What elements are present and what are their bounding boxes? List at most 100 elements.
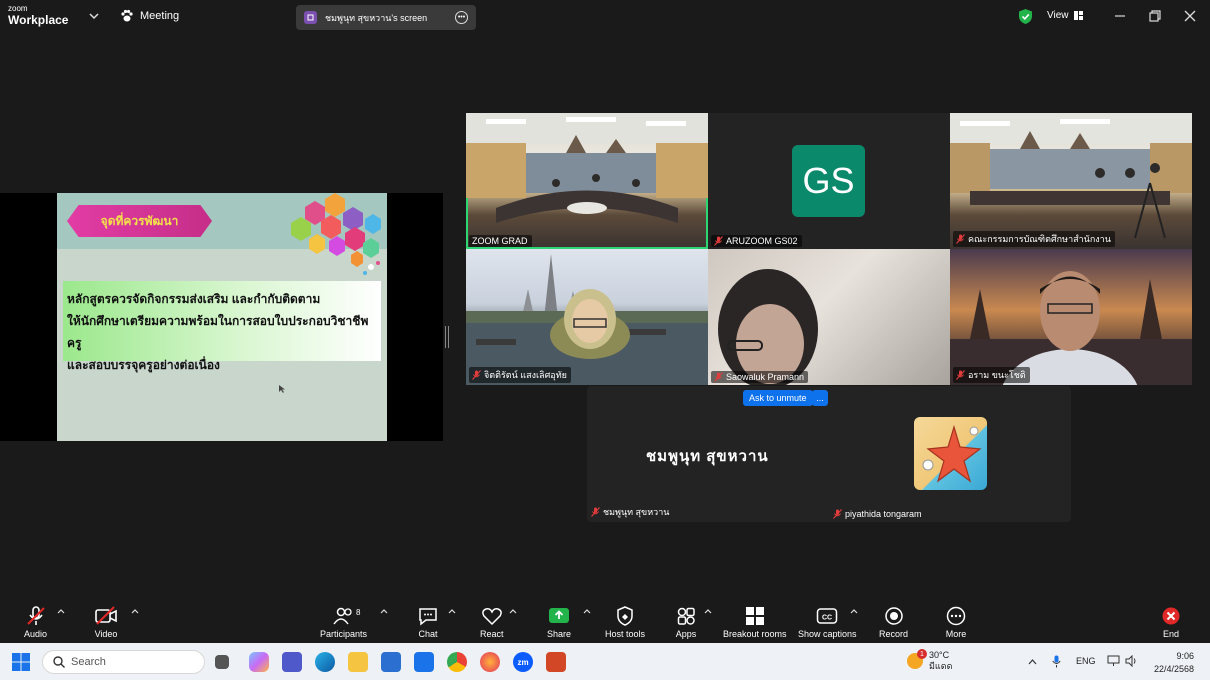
clock-time: 9:06: [1176, 651, 1194, 661]
chevron-up-icon[interactable]: [1028, 658, 1037, 665]
title-bar: zoom Workplace Meeting ชมพูนุท สุขหวาน's…: [0, 0, 1210, 34]
slide-line-1: หลักสูตรควรจัดกิจกรรมส่งเสริม และกำกับติ…: [67, 292, 321, 306]
weather-description: มีแดด: [929, 661, 953, 671]
meeting-toolbar: Audio Video Participants 8 Chat React Sh…: [0, 598, 1210, 643]
participant-name: จิตติรัตน์ แสงเลิศอุทัย: [484, 370, 567, 380]
screen-pill-label: ชมพูนุท สุขหวาน's screen: [325, 12, 428, 23]
participant-name: คณะกรรมการบัณฑิตศึกษาสำนักงาน: [968, 234, 1111, 244]
mic-muted-icon: [714, 236, 723, 246]
logo-line-1: zoom: [8, 4, 28, 13]
weather-badge: 1: [917, 649, 927, 659]
paw-icon: [121, 9, 133, 22]
host-tools-button[interactable]: Host tools: [605, 606, 645, 639]
video-tile-zoom-grad[interactable]: ZOOM GRAD: [466, 113, 708, 249]
video-tile-aram[interactable]: อราม ขนะโชติ: [950, 249, 1192, 385]
starfish-avatar: [914, 417, 987, 490]
caret-up-icon[interactable]: [131, 608, 139, 614]
caret-up-icon[interactable]: [704, 608, 712, 614]
zoom-workplace-logo: zoom Workplace: [8, 4, 68, 27]
chat-button[interactable]: Chat: [417, 606, 439, 639]
share-button[interactable]: Share: [547, 606, 571, 639]
end-call-icon: [1162, 607, 1180, 625]
minimize-icon[interactable]: [1112, 8, 1128, 24]
apps-button[interactable]: Apps: [675, 606, 697, 639]
record-icon: [884, 607, 903, 625]
breakout-rooms-label: Breakout rooms: [723, 629, 787, 639]
mic-muted-icon: [833, 509, 842, 519]
breakout-rooms-button[interactable]: Breakout rooms: [723, 606, 787, 639]
bottom-participant-row: ชมพูนุท สุขหวาน ชมพูนุท สุขหวาน piyathid…: [587, 386, 1071, 522]
restore-icon[interactable]: [1147, 8, 1163, 24]
react-button[interactable]: React: [480, 606, 504, 639]
video-tile-jittirat[interactable]: จิตติรัตน์ แสงเลิศอุทัย: [466, 249, 708, 385]
volume-icon[interactable]: [1125, 655, 1138, 667]
powerpoint-icon[interactable]: [546, 652, 566, 672]
system-clock[interactable]: 9:06 22/4/2568: [1146, 650, 1194, 676]
video-tile-saowaluk[interactable]: Saowaluk Pramann: [708, 249, 950, 385]
task-view-icon[interactable]: [215, 655, 229, 669]
encryption-shield-icon[interactable]: [1018, 8, 1033, 25]
mic-muted-icon: [472, 370, 481, 380]
mic-muted-icon: [591, 507, 600, 517]
chrome-icon[interactable]: [447, 652, 467, 672]
caret-up-icon[interactable]: [850, 608, 858, 614]
edge-browser-icon[interactable]: [315, 652, 335, 672]
screen-share-pill[interactable]: ชมพูนุท สุขหวาน's screen •••: [296, 5, 476, 30]
split-view-divider[interactable]: [445, 326, 449, 348]
file-explorer-icon[interactable]: [348, 652, 368, 672]
microsoft-store-icon[interactable]: [381, 652, 401, 672]
participant-name-tag: ZOOM GRAD: [469, 235, 532, 247]
firefox-icon[interactable]: [480, 652, 500, 672]
end-button[interactable]: End: [1161, 606, 1181, 639]
caret-up-icon[interactable]: [509, 608, 517, 614]
caret-up-icon[interactable]: [448, 608, 456, 614]
zoom-app-icon[interactable]: zm: [513, 652, 533, 672]
sunset-ruins-scene: [950, 271, 1192, 385]
meeting-room-scene: [466, 113, 708, 223]
mic-muted-icon: [956, 234, 965, 244]
view-button[interactable]: View: [1047, 10, 1083, 21]
more-button[interactable]: More: [945, 606, 967, 639]
video-button[interactable]: Video: [94, 606, 118, 639]
search-icon: [53, 656, 65, 668]
participant-name-tag: จิตติรัตน์ แสงเลิศอุทัย: [469, 367, 571, 383]
windows-taskbar: Search zm 1 30°C มีแดด ENG 9:06 22/4/256…: [0, 643, 1210, 680]
video-tile-committee[interactable]: คณะกรรมการบัณฑิตศึกษาสำนักงาน: [950, 113, 1192, 249]
slide-line-3: และสอบบรรจุครูอย่างต่อเนื่อง: [67, 358, 220, 372]
audio-button[interactable]: Audio: [24, 606, 47, 639]
participant-name: อราม ขนะโชติ: [968, 370, 1026, 380]
network-icon[interactable]: [1107, 655, 1120, 667]
mail-icon[interactable]: [414, 652, 434, 672]
windows-start-icon[interactable]: [12, 653, 30, 671]
participant-display-name: ชมพูนุท สุขหวาน: [646, 448, 769, 465]
participant-more-button[interactable]: ...: [812, 390, 828, 406]
record-button[interactable]: Record: [879, 606, 908, 639]
taskbar-search-box[interactable]: Search: [42, 650, 205, 674]
apps-icon: [677, 607, 695, 625]
ask-to-unmute-button[interactable]: Ask to unmute: [743, 390, 813, 406]
clock-date: 22/4/2568: [1153, 664, 1194, 674]
microphone-icon[interactable]: [1052, 655, 1061, 668]
breakout-rooms-icon: [745, 607, 764, 625]
weather-widget[interactable]: 1 30°C มีแดด: [907, 649, 953, 672]
caret-up-icon[interactable]: [380, 608, 388, 614]
chat-label: Chat: [418, 629, 438, 639]
chevron-down-icon[interactable]: [88, 9, 100, 23]
meeting-room-scene: [950, 113, 1192, 239]
copilot-icon[interactable]: [249, 652, 269, 672]
avatar-initials: GS: [792, 145, 865, 217]
teams-icon[interactable]: [282, 652, 302, 672]
show-captions-button[interactable]: CC Show captions: [798, 606, 857, 639]
participant-name-tag: Saowaluk Pramann: [711, 371, 809, 383]
language-indicator[interactable]: ENG: [1076, 656, 1096, 666]
caret-up-icon[interactable]: [57, 608, 65, 614]
more-options-icon[interactable]: •••: [455, 11, 468, 24]
meeting-menu[interactable]: Meeting: [120, 9, 179, 23]
caret-up-icon[interactable]: [583, 608, 591, 614]
shared-screen-view[interactable]: จุดที่ควรพัฒนา หลักสูตรควรจัดกิจกรรมส่งเ…: [0, 193, 443, 441]
participant-name: ชมพูนุท สุขหวาน: [603, 507, 670, 517]
show-captions-label: Show captions: [798, 629, 857, 639]
video-tile-aruzoom-gs02[interactable]: GS ARUZOOM GS02: [708, 113, 950, 249]
mic-muted-icon: [714, 372, 723, 382]
close-icon[interactable]: [1182, 8, 1198, 24]
